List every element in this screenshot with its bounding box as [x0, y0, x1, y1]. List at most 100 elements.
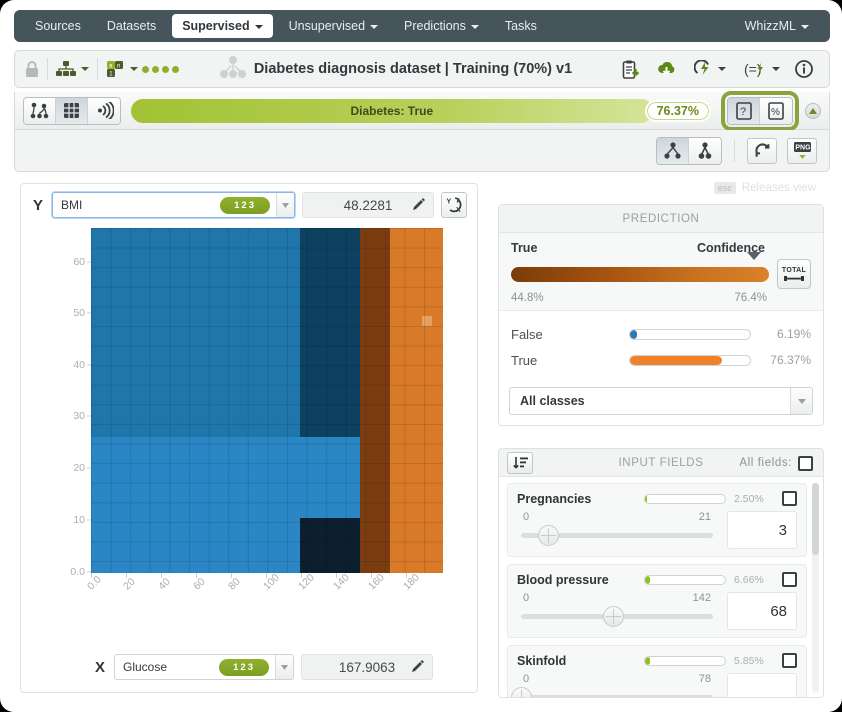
nav-label: Sources	[35, 19, 81, 33]
percent-brace-icon[interactable]: %	[760, 97, 792, 124]
view-mode-group	[23, 96, 121, 125]
total-button[interactable]: TOTAL	[777, 259, 811, 289]
chevron-down-icon[interactable]	[790, 388, 812, 414]
x-axis-letter: X	[94, 658, 105, 676]
objective-label: Diabetes: True	[350, 103, 434, 118]
swap-axes-icon[interactable]: YX	[441, 192, 467, 218]
y-field-name: BMI	[61, 198, 83, 212]
slider-knob[interactable]	[537, 525, 559, 546]
nav-label: Tasks	[504, 19, 537, 33]
field-value-input[interactable]: 3	[727, 511, 797, 549]
page-title: Diabetes diagnosis dataset | Training (7…	[253, 61, 573, 77]
field-slider[interactable]	[511, 687, 713, 697]
field-slider-col: 0 142	[517, 592, 727, 627]
svg-text:Y: Y	[446, 198, 451, 205]
input-fields-scrollbar[interactable]	[812, 483, 819, 693]
field-slider-col: 0 21	[517, 511, 727, 546]
model-compact-icon[interactable]	[689, 137, 721, 164]
chevron-down-icon[interactable]	[276, 193, 294, 217]
model-toolbar: PNG	[14, 130, 830, 172]
collapse-up-icon[interactable]	[805, 102, 821, 119]
nav-item-sources[interactable]: Sources	[25, 14, 91, 38]
slider-knob[interactable]	[511, 687, 532, 697]
chevron-down-icon	[254, 24, 263, 29]
field-importance-bar	[644, 655, 726, 666]
field-value-input[interactable]	[727, 673, 797, 697]
field-slider[interactable]	[521, 525, 713, 546]
prediction-header: PREDICTION	[499, 205, 823, 233]
tree-view-icon[interactable]	[24, 97, 56, 124]
objective-track[interactable]: Diabetes: True	[131, 98, 653, 123]
esc-hint: esc Releases view	[492, 178, 830, 198]
model-expanded-icon[interactable]	[657, 137, 689, 164]
input-fields-list: Pregnancies 2.50% 0 21 3 Blood pressure …	[499, 477, 823, 697]
nav-item-whizzml[interactable]: WhizzML	[735, 14, 819, 38]
field-min: 0	[523, 511, 530, 523]
class-row-false: False 6.19%	[511, 321, 811, 347]
model-tree-icon[interactable]	[56, 57, 89, 81]
class-filter-select[interactable]: All classes	[509, 387, 813, 415]
field-checkbox[interactable]	[782, 572, 797, 587]
field-name: Blood pressure	[517, 572, 609, 587]
cloud-download-icon[interactable]	[657, 57, 676, 81]
nav-item-tasks[interactable]: Tasks	[495, 14, 547, 38]
all-fields-toggle[interactable]: All fields:	[739, 449, 813, 477]
all-fields-checkbox[interactable]	[798, 455, 813, 471]
field-value: 68	[770, 602, 787, 620]
class-filter-value: All classes	[520, 394, 585, 408]
class-probability-list: False 6.19% True 76.37%	[499, 311, 823, 387]
chevron-down-icon	[801, 24, 809, 29]
objective-bar: Diabetes: True 76.37%	[131, 98, 711, 123]
confidence-block: True Confidence TOTAL 44.8% 76.4%	[499, 233, 823, 311]
field-slider[interactable]	[521, 606, 713, 627]
class-probability-bar	[629, 328, 751, 340]
scrollbar-thumb[interactable]	[812, 483, 819, 555]
nav-item-predictions[interactable]: Predictions	[394, 14, 489, 38]
field-range-labels: 0 142	[517, 592, 717, 606]
heatmap-canvas[interactable]	[91, 228, 443, 573]
x-value-box[interactable]: 167.9063	[301, 654, 433, 680]
field-checkbox[interactable]	[782, 653, 797, 668]
flash-icon[interactable]	[694, 57, 726, 81]
class-row-true: True 76.37%	[511, 347, 811, 373]
x-field-select[interactable]: Glucose 123	[114, 654, 294, 680]
pencil-icon[interactable]	[413, 197, 425, 213]
input-field-skinfold: Skinfold 5.85% 0 78	[507, 645, 807, 697]
importance-fill	[645, 494, 647, 503]
field-value-input[interactable]: 68	[727, 592, 797, 630]
x-value: 167.9063	[338, 659, 396, 675]
nav-item-unsupervised[interactable]: Unsupervised	[279, 14, 388, 38]
field-value: 3	[778, 521, 787, 539]
esc-hint-text: Releases view	[741, 182, 816, 194]
sort-descending-icon[interactable]	[507, 452, 533, 474]
chevron-down-icon[interactable]	[275, 655, 293, 679]
y-field-select[interactable]: BMI 123	[52, 192, 295, 218]
lock-icon[interactable]	[25, 57, 39, 81]
field-min: 0	[523, 673, 530, 685]
confidence-gradient-bar[interactable]	[511, 266, 769, 282]
info-icon[interactable]	[795, 57, 813, 81]
y-tick-label: 10	[73, 514, 85, 526]
clipboard-download-icon[interactable]	[622, 57, 639, 81]
equation-flash-icon[interactable]: (=)	[744, 57, 780, 81]
total-label: TOTAL	[781, 266, 807, 274]
pencil-icon[interactable]	[412, 659, 424, 675]
y-tick-label: 0.0	[70, 566, 85, 578]
question-brace-icon[interactable]: ?	[728, 97, 760, 124]
sunburst-view-icon[interactable]	[88, 97, 120, 124]
confidence-max: 76.4%	[734, 292, 767, 304]
nav-item-datasets[interactable]: Datasets	[97, 14, 166, 38]
png-download-icon[interactable]: PNG	[787, 137, 817, 164]
refresh-icon[interactable]	[747, 137, 777, 164]
field-checkbox[interactable]	[782, 491, 797, 506]
nav-label: WhizzML	[744, 19, 796, 33]
field-body: 0 21 3	[517, 511, 797, 549]
y-value-box[interactable]: 48.2281	[302, 192, 434, 218]
fields-icon[interactable]: an1	[106, 57, 138, 81]
confidence-min: 44.8%	[511, 292, 544, 304]
x-field-type-badge: 123	[219, 658, 269, 676]
grid-view-icon[interactable]	[56, 97, 88, 124]
nav-item-supervised[interactable]: Supervised	[172, 14, 273, 38]
slider-knob[interactable]	[603, 606, 625, 627]
class-filter-row: All classes	[499, 387, 823, 425]
